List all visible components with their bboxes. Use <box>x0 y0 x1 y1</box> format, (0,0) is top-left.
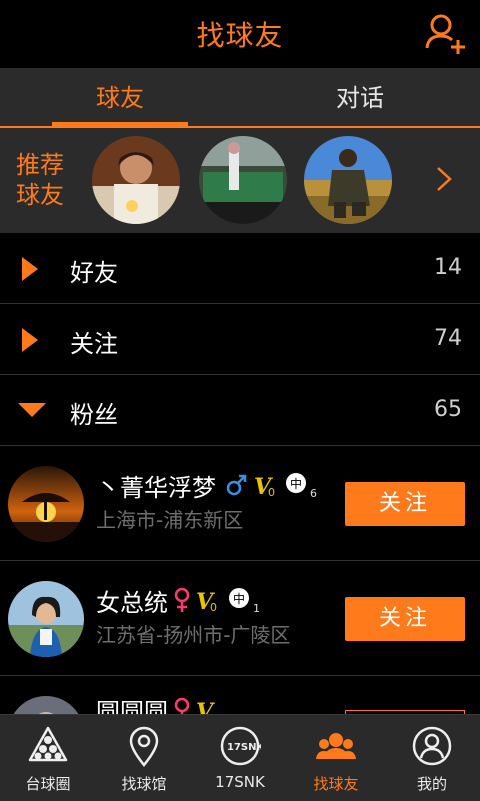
list-item[interactable]: 圆圆圆 V <box>0 676 480 714</box>
chevron-right-icon[interactable] <box>434 164 454 194</box>
tab-bar: 球友 对话 <box>0 68 480 128</box>
triangle-down-icon <box>18 403 46 417</box>
level-icon: 中 6 <box>286 473 317 499</box>
list-item[interactable]: 女总统 V 0 中 1 江苏省-扬州市-广陵区 关注 <box>0 561 480 676</box>
nav-label: 找球馆 <box>121 775 167 793</box>
female-icon <box>174 697 190 714</box>
nav-17snk[interactable]: 17SNK 17SNK <box>192 715 288 801</box>
avatar[interactable] <box>8 581 84 657</box>
vip-icon: V 0 <box>196 589 217 614</box>
nav-label: 17SNK <box>215 773 265 791</box>
group-count: 65 <box>434 397 462 422</box>
svg-text:0: 0 <box>268 486 275 499</box>
list-item[interactable]: 丶菁华浮梦 V 0 中 6 上海市-浦东新区 关注 <box>0 446 480 561</box>
friends-icon <box>316 733 356 759</box>
svg-text:V: V <box>196 699 215 714</box>
recommended-avatar-1[interactable] <box>92 136 180 224</box>
location-pin-icon <box>129 726 159 767</box>
vip-icon: V <box>196 699 215 714</box>
recommended-label-line1: 推荐 <box>16 151 64 179</box>
snk-logo-icon: 17SNK <box>220 726 261 766</box>
nav-label: 台球圈 <box>25 775 71 793</box>
vip-icon: V 0 <box>254 474 275 499</box>
follow-button[interactable]: 关注 <box>345 482 465 526</box>
svg-text:6: 6 <box>310 487 317 499</box>
group-count: 14 <box>434 255 462 280</box>
fan-nickname: 女总统 <box>96 589 168 617</box>
tab-chats[interactable]: 对话 <box>240 68 480 126</box>
recommended-label: 推荐 球友 <box>16 150 76 210</box>
recommended-label-line2: 球友 <box>16 181 64 209</box>
nav-find-hall[interactable]: 找球馆 <box>96 715 192 801</box>
svg-text:中: 中 <box>233 591 245 606</box>
avatar[interactable] <box>8 466 84 542</box>
nav-find-friends[interactable]: 找球友 <box>288 715 384 801</box>
level-icon: 中 1 <box>229 588 260 614</box>
group-label: 关注 <box>70 330 118 358</box>
app-header: 找球友 <box>0 0 480 68</box>
svg-text:0: 0 <box>210 601 217 614</box>
recommended-avatar-2[interactable] <box>199 136 287 224</box>
triangle-right-icon <box>22 328 38 352</box>
group-label: 好友 <box>70 259 118 287</box>
fan-location: 江苏省-扬州市-广陵区 <box>96 623 291 647</box>
billiard-rack-icon <box>28 726 68 762</box>
fan-location: 上海市-浦东新区 <box>96 508 244 532</box>
svg-text:中: 中 <box>290 476 302 491</box>
nav-label: 找球友 <box>313 775 359 793</box>
female-icon <box>174 587 190 612</box>
tab-friends[interactable]: 球友 <box>0 68 240 126</box>
page-title: 找球友 <box>196 19 284 52</box>
svg-text:1: 1 <box>253 602 260 614</box>
nav-mine[interactable]: 我的 <box>384 715 480 801</box>
add-friend-icon[interactable] <box>424 12 468 56</box>
fan-nickname: 丶菁华浮梦 <box>96 474 216 502</box>
group-fans[interactable]: 粉丝 65 <box>0 375 480 446</box>
recommended-avatar-3[interactable] <box>304 136 392 224</box>
svg-text:17SNK: 17SNK <box>227 742 261 753</box>
nav-billiard-circle[interactable]: 台球圈 <box>0 715 96 801</box>
group-label: 粉丝 <box>70 401 118 429</box>
bottom-navigation: 台球圈 找球馆 17SNK 17SNK 找球友 我的 <box>0 714 480 801</box>
group-friends[interactable]: 好友 14 <box>0 233 480 304</box>
fan-badges: V 0 中 1 <box>174 587 260 614</box>
recommended-friends-bar: 推荐 球友 <box>0 128 480 233</box>
follow-button[interactable]: 关注 <box>345 597 465 641</box>
group-following[interactable]: 关注 74 <box>0 304 480 375</box>
user-icon <box>412 726 452 766</box>
avatar[interactable] <box>8 696 84 714</box>
fan-badges: V <box>174 697 215 714</box>
male-icon <box>226 474 247 496</box>
group-count: 74 <box>434 326 462 351</box>
fan-badges: V 0 中 6 <box>226 473 317 499</box>
fan-nickname: 圆圆圆 <box>96 698 168 714</box>
nav-label: 我的 <box>416 775 447 793</box>
triangle-right-icon <box>22 257 38 281</box>
